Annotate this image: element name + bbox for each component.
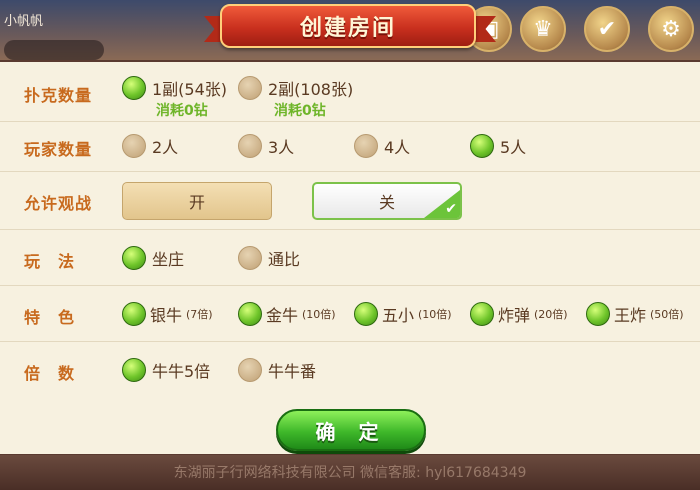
radio-unselected-icon (238, 76, 262, 100)
checkbox-selected-icon (122, 302, 146, 326)
cost-label: 消耗0钻 (156, 103, 208, 119)
option-niuniu-5x[interactable]: 牛牛5倍 (122, 358, 210, 382)
option-label: 炸弹 (498, 306, 531, 325)
option-label: 通比 (268, 250, 301, 269)
option-3-players[interactable]: 3人 (238, 134, 294, 158)
spectate-label: 允许观战 (24, 194, 93, 213)
confirm-button[interactable]: 确 定 (276, 409, 426, 451)
spectate-on-button[interactable]: 开 (122, 182, 272, 220)
option-label: 2副(108张) (268, 80, 354, 99)
radio-selected-icon (122, 358, 146, 382)
coin-balance (4, 40, 104, 60)
option-4-players[interactable]: 4人 (354, 134, 410, 158)
checkbox-selected-icon (586, 302, 610, 326)
option-niuniu-fan[interactable]: 牛牛番 (238, 358, 316, 382)
dialog-title: 创建房间 (220, 4, 476, 48)
game-mode-label: 玩 法 (24, 252, 76, 271)
option-label: 银牛 (150, 306, 183, 325)
option-multiplier-note: (20倍) (534, 308, 568, 321)
row-card-count: 扑克数量 1副(54张) 消耗0钻 2副(108张) 消耗0钻 (0, 62, 700, 122)
multiplier-label: 倍 数 (24, 364, 76, 383)
option-five-small[interactable]: 五小 (10倍) (354, 302, 452, 326)
option-label: 五小 (382, 306, 415, 325)
player-name: 小帆帆 (4, 14, 44, 29)
option-multiplier-note: (7倍) (186, 308, 213, 321)
option-compare-all[interactable]: 通比 (238, 246, 300, 270)
check-icon: ✔ (424, 190, 460, 218)
option-two-decks[interactable]: 2副(108张) (238, 76, 353, 100)
checkbox-selected-icon (354, 302, 378, 326)
option-multiplier-note: (10倍) (418, 308, 452, 321)
option-label: 牛牛番 (268, 362, 317, 381)
radio-unselected-icon (238, 358, 262, 382)
option-label: 5人 (500, 138, 527, 157)
option-label: 2人 (152, 138, 179, 157)
option-label: 3人 (268, 138, 295, 157)
checkbox-selected-icon (238, 302, 262, 326)
row-game-mode: 玩 法 坐庄 通比 (0, 230, 700, 286)
player-count-label: 玩家数量 (24, 140, 93, 159)
option-label: 牛牛5倍 (152, 362, 211, 381)
option-label: 王炸 (614, 306, 647, 325)
option-banker[interactable]: 坐庄 (122, 246, 184, 270)
option-5-players[interactable]: 5人 (470, 134, 526, 158)
option-label: 坐庄 (152, 250, 185, 269)
spectate-off-label: 关 (378, 193, 395, 212)
row-features: 特 色 银牛 (7倍) 金牛 (10倍) 五小 (10倍) 炸弹 (20倍) 王炸 (50… (0, 286, 700, 342)
option-label: 1副(54张) (152, 80, 228, 99)
option-bomb[interactable]: 炸弹 (20倍) (470, 302, 568, 326)
trophy-icon[interactable]: ♛ (520, 6, 566, 52)
cost-label: 消耗0钻 (274, 103, 326, 119)
option-label: 4人 (384, 138, 411, 157)
option-one-deck[interactable]: 1副(54张) (122, 76, 227, 100)
option-multiplier-note: (50倍) (650, 308, 684, 321)
radio-unselected-icon (354, 134, 378, 158)
card-count-label: 扑克数量 (24, 86, 93, 105)
radio-selected-icon (122, 246, 146, 270)
radio-unselected-icon (238, 134, 262, 158)
option-king-bomb[interactable]: 王炸 (50倍) (586, 302, 684, 326)
row-multiplier: 倍 数 牛牛5倍 牛牛番 (0, 342, 700, 400)
radio-unselected-icon (238, 246, 262, 270)
checkbox-selected-icon (470, 302, 494, 326)
spectate-on-label: 开 (188, 193, 205, 212)
spectate-off-button[interactable]: 关 ✔ (312, 182, 462, 220)
gear-icon[interactable]: ⚙ (648, 6, 694, 52)
footer-text: 东湖丽子行网络科技有限公司 微信客服: hyl617684349 (173, 465, 527, 481)
radio-selected-icon (470, 134, 494, 158)
row-player-count: 玩家数量 2人 3人 4人 5人 (0, 122, 700, 172)
option-2-players[interactable]: 2人 (122, 134, 178, 158)
features-label: 特 色 (24, 308, 76, 327)
create-room-panel: 扑克数量 1副(54张) 消耗0钻 2副(108张) 消耗0钻 玩家数量 2人 … (0, 62, 700, 454)
option-multiplier-note: (10倍) (302, 308, 336, 321)
option-silver-bull[interactable]: 银牛 (7倍) (122, 302, 213, 326)
option-gold-bull[interactable]: 金牛 (10倍) (238, 302, 336, 326)
option-label: 金牛 (266, 306, 299, 325)
radio-unselected-icon (122, 134, 146, 158)
radio-selected-icon (122, 76, 146, 100)
notes-icon[interactable]: ✔ (584, 6, 630, 52)
